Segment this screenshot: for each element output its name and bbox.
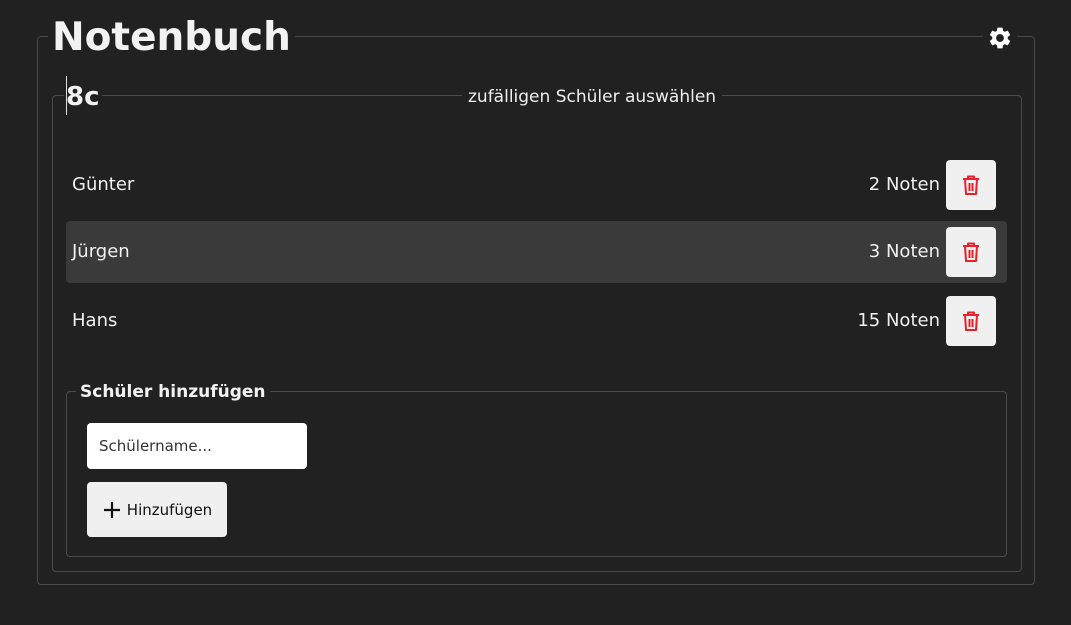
grade-count: 2 Noten xyxy=(868,174,940,195)
student-row[interactable]: Jürgen 3 Noten xyxy=(66,221,1007,283)
delete-student-button[interactable] xyxy=(946,227,996,277)
settings-button[interactable] xyxy=(983,21,1017,55)
student-row[interactable]: Günter 2 Noten xyxy=(66,154,1007,216)
gear-icon xyxy=(989,27,1011,49)
delete-student-button[interactable] xyxy=(946,160,996,210)
student-name: Hans xyxy=(72,310,118,331)
student-name: Jürgen xyxy=(72,241,130,262)
add-button-label: Hinzufügen xyxy=(126,500,213,519)
trash-icon xyxy=(963,175,979,195)
text-caret xyxy=(66,76,67,115)
delete-student-button[interactable] xyxy=(946,296,996,346)
grade-count: 3 Noten xyxy=(868,241,940,262)
app-title: Notenbuch xyxy=(48,14,295,62)
add-student-legend: Schüler hinzufügen xyxy=(76,380,270,404)
trash-icon xyxy=(963,242,979,262)
student-name: Günter xyxy=(72,174,135,195)
plus-icon xyxy=(103,501,120,518)
student-row[interactable]: Hans 15 Noten xyxy=(66,290,1007,352)
add-student-button[interactable]: Hinzufügen xyxy=(87,482,227,537)
random-student-button[interactable]: zufälligen Schüler auswählen xyxy=(462,84,723,110)
student-name-input[interactable] xyxy=(87,423,307,469)
class-name[interactable]: 8c xyxy=(64,80,102,114)
grade-count: 15 Noten xyxy=(857,310,940,331)
trash-icon xyxy=(963,311,979,331)
